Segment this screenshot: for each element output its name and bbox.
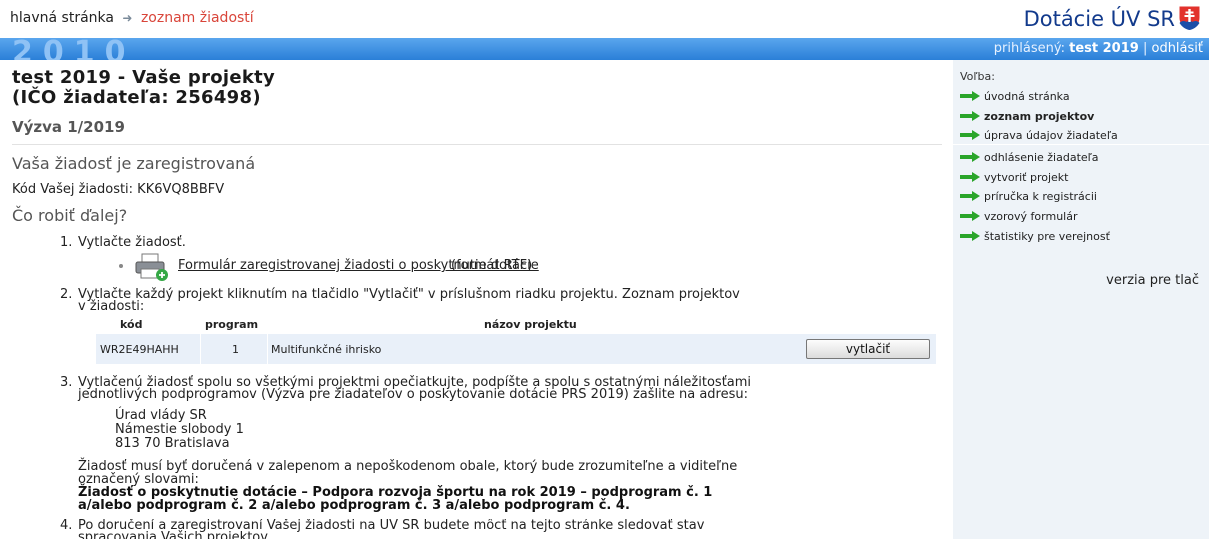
cell-divider: [200, 334, 201, 364]
page-title-line1: test 2019 - Vaše projekty: [12, 67, 276, 88]
printer-icon[interactable]: [133, 253, 169, 281]
arrow-right-icon: [960, 91, 980, 101]
table-row: WR2E49HAHH 1 Multifunkčné ihrisko vytlač…: [96, 334, 936, 364]
step-text: Vytlačte žiadosť.: [78, 235, 186, 250]
envelope-label-line2: a/alebo podprogram č. 2 a/alebo podprogr…: [78, 498, 630, 513]
step-2: 2. Vytlačte každý projekt kliknutím na t…: [60, 288, 940, 316]
page-title: test 2019 - Vaše projekty (IČO žiadateľa…: [12, 68, 275, 108]
project-code: WR2E49HAHH: [100, 343, 179, 356]
step-1: 1. Vytlačte žiadosť.: [60, 236, 260, 250]
address-line: 813 70 Bratislava: [115, 436, 230, 451]
arrow-right-icon: [960, 231, 980, 241]
bullet: [119, 264, 123, 268]
arrow-right-icon: [960, 152, 980, 162]
arrow-right-icon: [960, 191, 980, 201]
arrow-right-icon: [960, 211, 980, 221]
main-content: test 2019 - Vaše projekty (IČO žiadateľa…: [0, 60, 953, 539]
page-title-line2: (IČO žiadateľa: 256498): [12, 87, 261, 108]
sidebar-item-label: vzorový formulár: [984, 210, 1078, 223]
slovak-crest-icon: [1178, 5, 1201, 31]
sidebar-item-label: odhlásenie žiadateľa: [984, 151, 1099, 164]
divider: [12, 144, 942, 145]
step-text-line2: jednotlivých podprogramov (Výzva pre žia…: [78, 387, 748, 402]
project-program: 1: [232, 343, 239, 356]
arrow-right-icon: [960, 130, 980, 140]
sidebar-item-label: štatistiky pre verejnosť: [984, 230, 1110, 243]
sidebar-divider: [953, 144, 1209, 145]
print-project-button[interactable]: vytlačiť: [806, 339, 930, 359]
sidebar-item-label: príručka k registrácii: [984, 190, 1097, 203]
status-heading: Vaša žiadosť je zaregistrovaná: [12, 154, 256, 173]
step-4: 4. Po doručení a zaregistrovaní Vašej ži…: [60, 519, 940, 539]
login-info: prihlásený: test 2019 | odhlásiť: [994, 41, 1203, 56]
step-number: 3.: [60, 375, 73, 390]
column-header-name: názov projektu: [484, 318, 577, 331]
call-label: Výzva 1/2019: [12, 118, 125, 136]
address-line: Námestie slobody 1: [115, 422, 244, 437]
top-header: hlavná stránka ➜ zoznam žiadostí Dotácie…: [0, 0, 1209, 38]
year-decoration: 2010: [12, 38, 136, 60]
step-3: 3. Vytlačenú žiadosť spolu so všetkými p…: [60, 376, 940, 404]
sidebar-item-label: vytvoriť projekt: [984, 171, 1069, 184]
column-header-program: program: [205, 318, 259, 331]
project-name: Multifunkčné ihrisko: [271, 343, 382, 356]
sidebar-item-label: zoznam projektov: [984, 110, 1095, 123]
step-text-line1: Vytlačte každý projekt kliknutím na tlač…: [78, 287, 740, 302]
application-code: Kód Vašej žiadosti: KK6VQ8BBFV: [12, 182, 225, 197]
breadcrumb: hlavná stránka ➜ zoznam žiadostí: [10, 10, 254, 26]
print-version-link[interactable]: verzia pre tlač: [1106, 273, 1199, 288]
delivery-note: Žiadosť musí byť doručená v zalepenom a …: [78, 460, 737, 486]
sidebar: Voľba: úvodná stránka zoznam projektov ú…: [953, 60, 1209, 539]
cell-divider: [267, 334, 268, 364]
next-steps-heading: Čo robiť ďalej?: [12, 206, 128, 225]
sidebar-title: Voľba:: [960, 70, 995, 83]
envelope-label-text: Žiadosť o poskytnutie dotácie – Podpora …: [78, 486, 712, 512]
arrow-right-icon: [960, 172, 980, 182]
step-number: 4.: [60, 519, 73, 533]
step-text-line2: v žiadosti:: [78, 299, 145, 314]
site-title: Dotácie ÚV SR: [1023, 7, 1175, 31]
logged-in-user: test 2019: [1069, 41, 1139, 56]
address-line: Úrad vlády SR: [115, 408, 207, 423]
step-text-line2: spracovania Vašich projektov.: [78, 530, 272, 539]
column-header-code: kód: [120, 318, 143, 331]
form-format-note: (formát RTF): [451, 258, 533, 273]
arrow-right-icon: [960, 111, 980, 121]
arrow-right-icon: ➜: [122, 11, 133, 25]
login-divider: |: [1142, 41, 1148, 56]
step-number: 2.: [60, 287, 73, 302]
logout-link[interactable]: odhlásiť: [1151, 41, 1203, 56]
breadcrumb-current[interactable]: zoznam žiadostí: [141, 10, 254, 26]
breadcrumb-home-link[interactable]: hlavná stránka: [10, 10, 114, 26]
logged-in-label: prihlásený:: [993, 41, 1065, 56]
postal-address: Úrad vlády SR Námestie slobody 1 813 70 …: [115, 409, 244, 451]
sidebar-item-label: úvodná stránka: [984, 90, 1070, 103]
sidebar-item-label: úprava údajov žiadateľa: [984, 129, 1118, 142]
step-number: 1.: [60, 235, 73, 250]
